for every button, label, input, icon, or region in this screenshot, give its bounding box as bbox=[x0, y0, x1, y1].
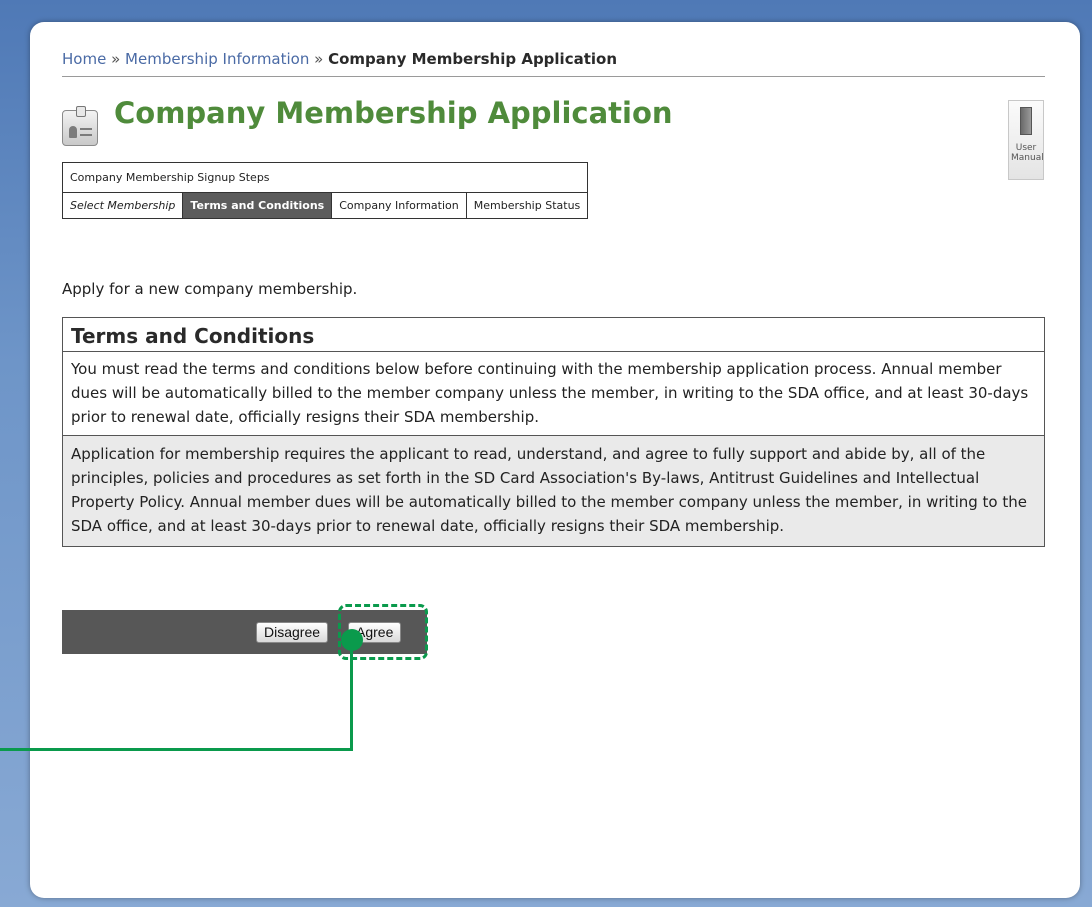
action-bar: Disagree Agree bbox=[62, 610, 427, 654]
callout-line-vertical bbox=[350, 640, 353, 750]
terms-box: Terms and Conditions You must read the t… bbox=[62, 317, 1045, 547]
callout-dot bbox=[341, 629, 363, 651]
signup-steps-heading: Company Membership Signup Steps bbox=[61, 162, 589, 193]
content-panel: Home » Membership Information » Company … bbox=[30, 22, 1080, 898]
breadcrumb-separator: » bbox=[314, 50, 324, 68]
user-manual-label: User Manual bbox=[1011, 143, 1044, 163]
book-icon bbox=[1020, 107, 1032, 135]
step-select-membership: Select Membership bbox=[61, 192, 184, 219]
callout-line-horizontal bbox=[0, 748, 353, 751]
breadcrumb-membership-info-link[interactable]: Membership Information bbox=[125, 50, 309, 68]
terms-note: You must read the terms and conditions b… bbox=[63, 352, 1044, 436]
id-card-icon bbox=[62, 106, 98, 146]
breadcrumb-divider bbox=[62, 76, 1045, 77]
page-title: Company Membership Application bbox=[114, 96, 673, 130]
step-membership-status: Membership Status bbox=[465, 192, 589, 219]
signup-steps: Company Membership Signup Steps Select M… bbox=[61, 162, 589, 219]
breadcrumb-current: Company Membership Application bbox=[328, 50, 618, 68]
disagree-button[interactable]: Disagree bbox=[256, 622, 329, 643]
user-manual-button[interactable]: User Manual bbox=[1008, 100, 1044, 180]
breadcrumb-separator: » bbox=[111, 50, 121, 68]
terms-body: Application for membership requires the … bbox=[63, 436, 1044, 546]
breadcrumb: Home » Membership Information » Company … bbox=[62, 50, 617, 68]
step-terms-and-conditions: Terms and Conditions bbox=[182, 192, 333, 219]
breadcrumb-home-link[interactable]: Home bbox=[62, 50, 106, 68]
terms-title: Terms and Conditions bbox=[63, 318, 1044, 352]
step-company-information: Company Information bbox=[331, 192, 467, 219]
intro-text: Apply for a new company membership. bbox=[62, 280, 358, 298]
